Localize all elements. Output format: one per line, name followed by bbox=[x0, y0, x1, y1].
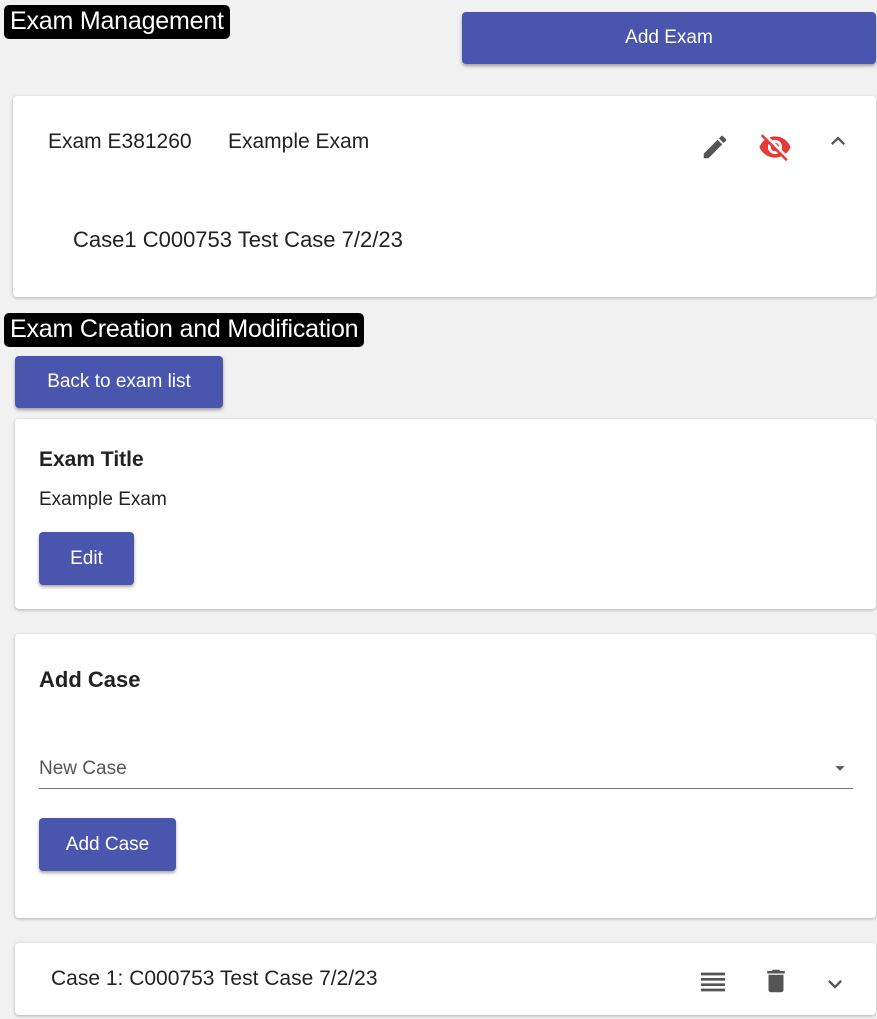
section-label-exam-creation: Exam Creation and Modification bbox=[4, 313, 365, 347]
add-case-heading: Add Case bbox=[39, 667, 141, 692]
case-row[interactable]: Case 1: C000753 Test Case 7/2/23 bbox=[15, 943, 876, 1015]
section-label-exam-management: Exam Management bbox=[4, 5, 230, 39]
visibility-off-icon[interactable] bbox=[758, 130, 792, 164]
chevron-down-icon[interactable] bbox=[820, 969, 850, 999]
exam-title-heading: Exam Title bbox=[39, 448, 144, 471]
new-case-select[interactable]: New Case bbox=[39, 749, 853, 789]
edit-title-button[interactable]: Edit bbox=[39, 532, 134, 585]
exam-id: Exam E381260 bbox=[48, 130, 192, 153]
add-exam-button[interactable]: Add Exam bbox=[462, 12, 876, 64]
back-to-exam-list-button[interactable]: Back to exam list bbox=[15, 356, 223, 408]
chevron-up-icon[interactable] bbox=[823, 126, 853, 156]
case-row-label: Case 1: C000753 Test Case 7/2/23 bbox=[51, 967, 378, 990]
edit-pencil-icon[interactable] bbox=[698, 130, 732, 164]
exam-card: Exam E381260 Example Exam Case1 C000753 … bbox=[13, 96, 876, 297]
add-case-button[interactable]: Add Case bbox=[39, 818, 176, 871]
exam-title-value: Example Exam bbox=[39, 489, 167, 510]
exam-name: Example Exam bbox=[228, 130, 370, 153]
add-case-card: Add Case New Case Add Case bbox=[15, 634, 876, 918]
dropdown-arrow-icon bbox=[829, 757, 851, 779]
exam-title-card: Exam Title Example Exam Edit bbox=[15, 419, 876, 609]
exam-case-line: Case1 C000753 Test Case 7/2/23 bbox=[73, 227, 403, 252]
reorder-icon[interactable] bbox=[696, 965, 730, 999]
trash-icon[interactable] bbox=[759, 963, 793, 999]
new-case-select-value: New Case bbox=[39, 758, 127, 779]
